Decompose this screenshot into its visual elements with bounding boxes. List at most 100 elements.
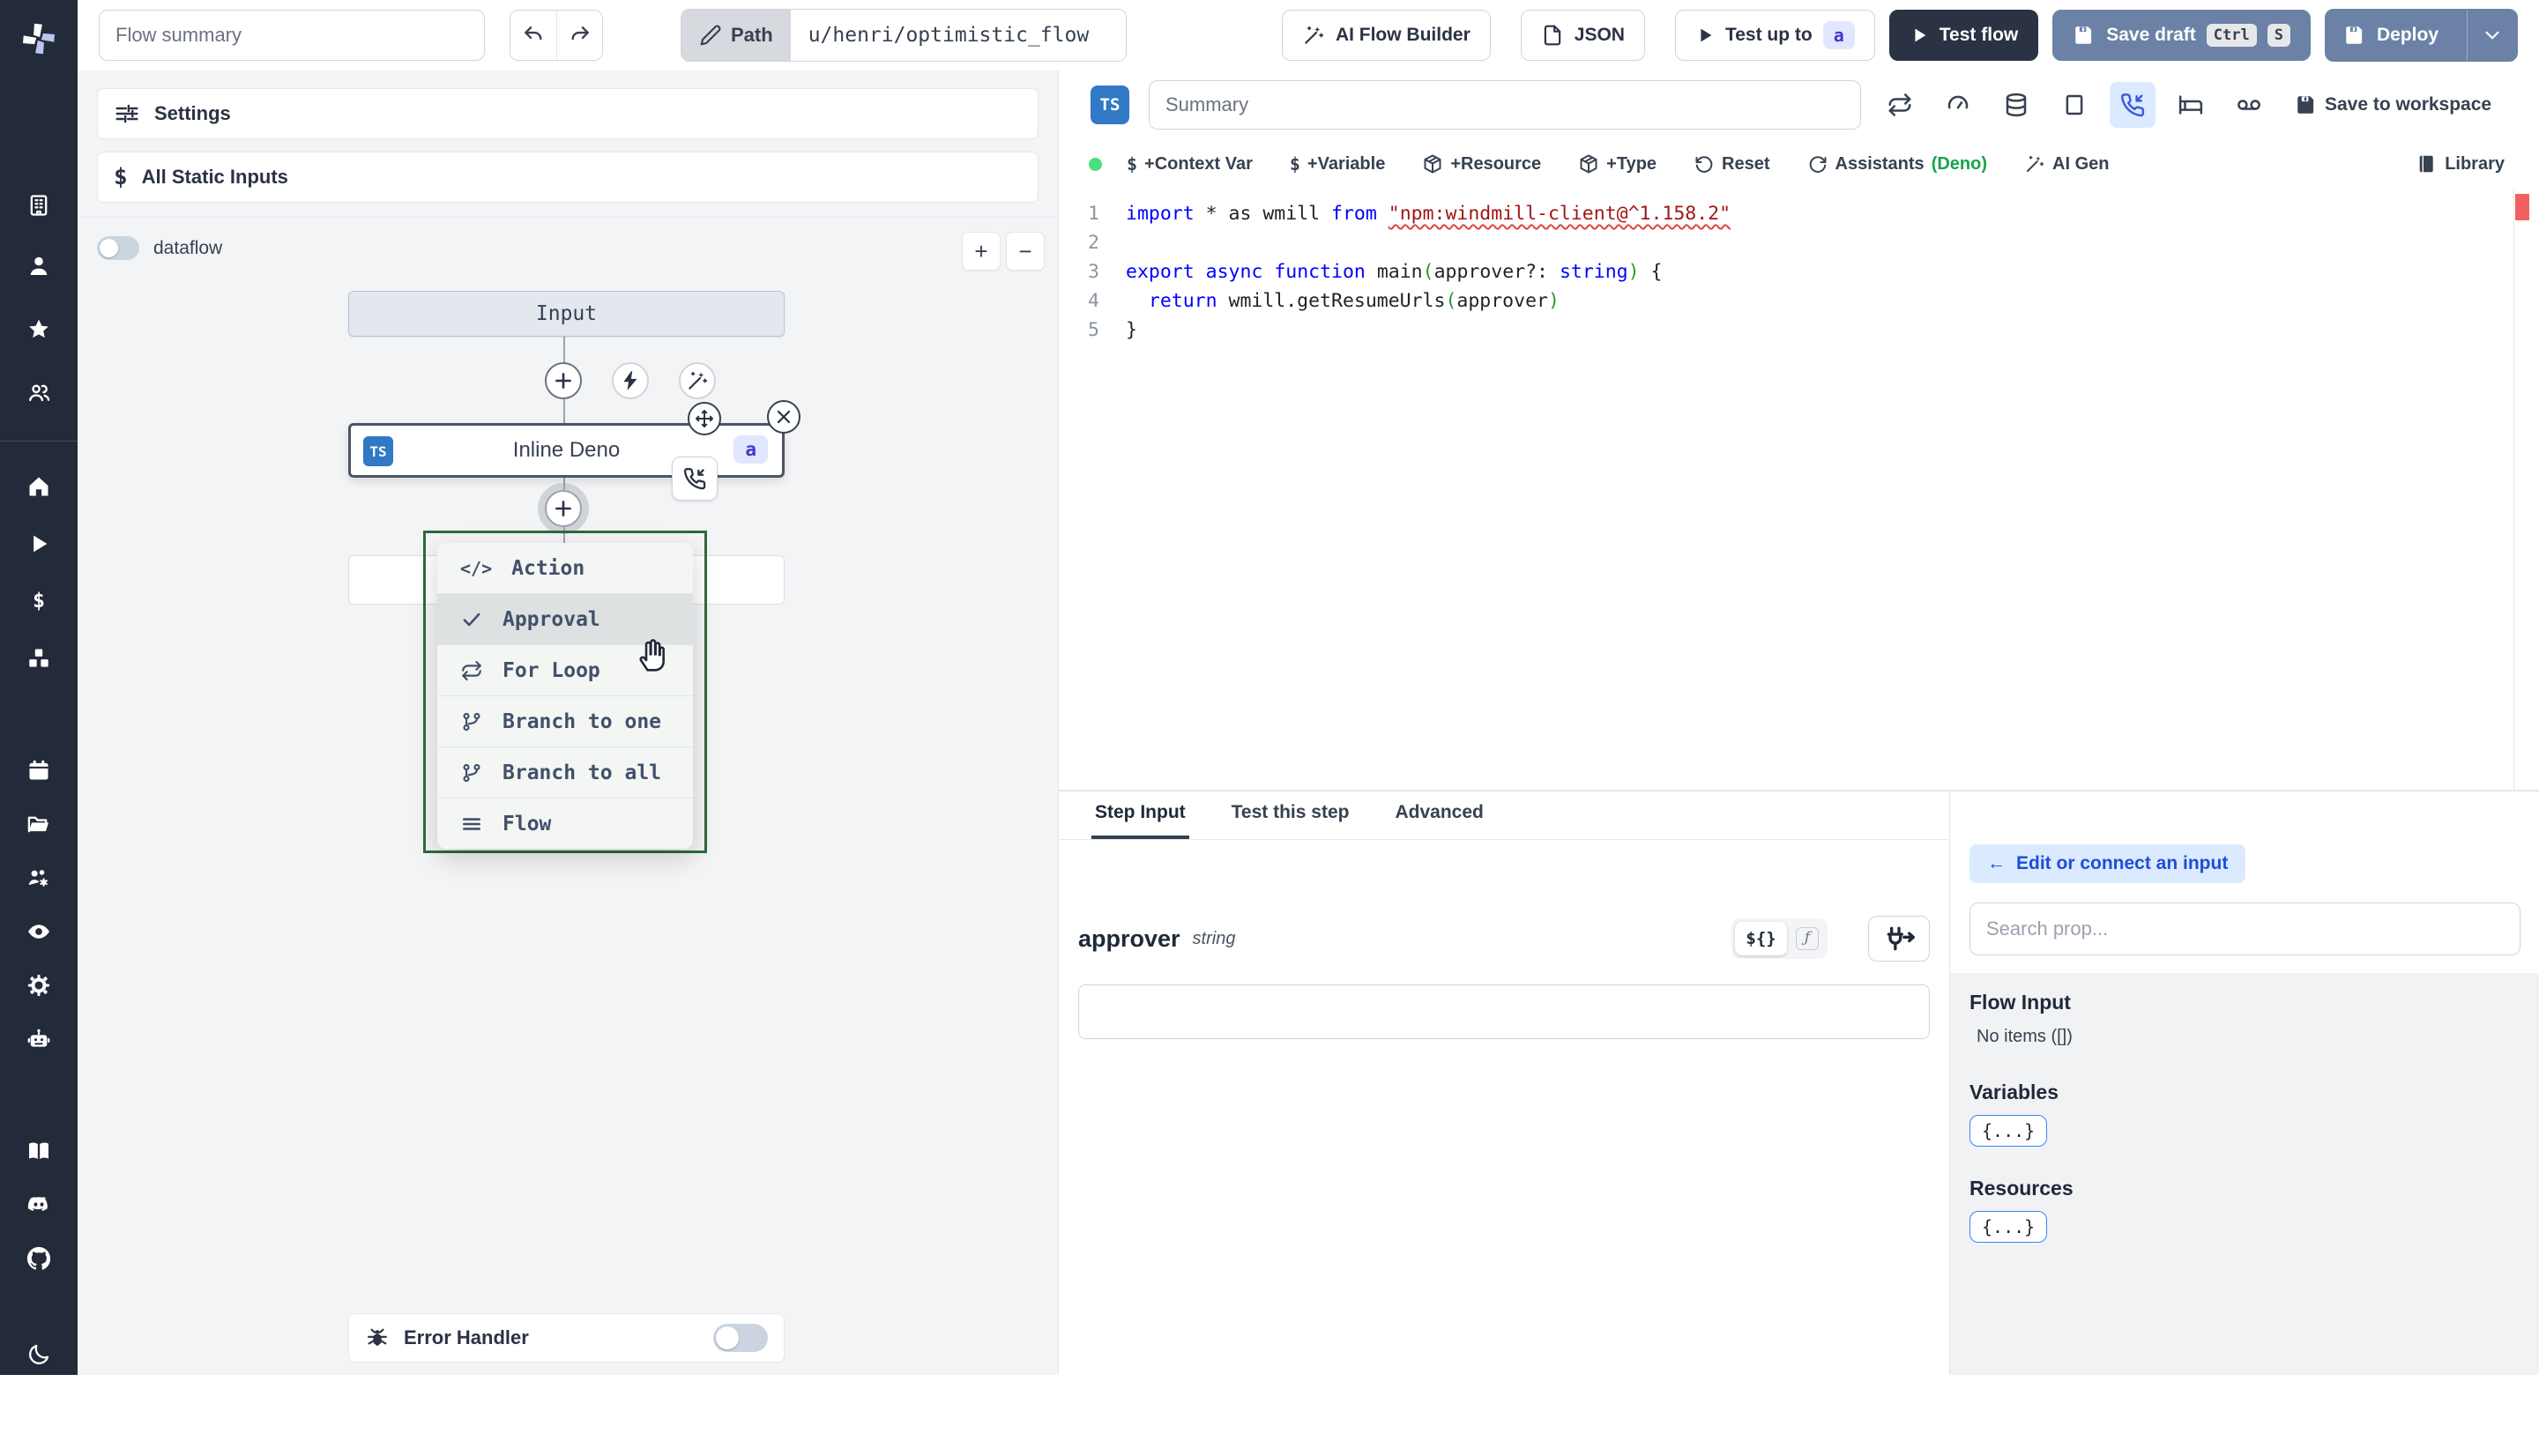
approver-value-input[interactable]	[1078, 984, 1930, 1039]
tab-advanced[interactable]: Advanced	[1391, 791, 1486, 839]
add-context-var-button[interactable]: $ +Context Var	[1127, 153, 1253, 175]
sidebar-item-dollar[interactable]: $	[0, 572, 78, 628]
sidebar-item-building[interactable]	[0, 176, 78, 234]
edit-or-connect-button[interactable]: ← Edit or connect an input	[1969, 844, 2246, 883]
trigger-button[interactable]	[612, 362, 649, 399]
menu-item-branch-to-all[interactable]: Branch to all	[437, 747, 693, 798]
sidebar-item-robot[interactable]	[0, 1012, 78, 1066]
play-icon	[1695, 26, 1715, 45]
sidebar-item-github[interactable]	[0, 1231, 78, 1285]
menu-item-flow[interactable]: Flow	[437, 798, 693, 849]
input-node[interactable]: Input	[348, 291, 785, 337]
editor-panel: TS Save to workspace $ +Context Var $ +V…	[1058, 71, 2539, 1375]
code-editor[interactable]: 1 2 3 4 5 import * as wmill from "npm:windmi…	[1059, 189, 2539, 790]
add-resource-button[interactable]: +Resource	[1422, 153, 1541, 175]
redo-button[interactable]	[556, 11, 602, 60]
all-static-inputs-row[interactable]: $ All Static Inputs	[97, 152, 1039, 203]
undo-button[interactable]	[510, 11, 556, 60]
add-type-button[interactable]: +Type	[1578, 153, 1657, 175]
sidebar-item-book-open[interactable]	[0, 1124, 78, 1177]
insert-step-button-open[interactable]	[545, 490, 582, 527]
tab-test-this-step[interactable]: Test this step	[1228, 791, 1353, 839]
save-draft-button[interactable]: Save draft Ctrl S	[2052, 10, 2311, 61]
sidebar-item-users-cog[interactable]	[0, 851, 78, 904]
repeat-icon	[460, 659, 483, 682]
sidebar-item-user[interactable]	[0, 234, 78, 298]
dataflow-toggle[interactable]	[97, 236, 139, 260]
sidebar-item-moon[interactable]	[0, 1327, 78, 1381]
delete-step-button[interactable]	[767, 400, 800, 434]
path-label: Path	[731, 24, 773, 46]
sidebar-item-user-group[interactable]	[0, 361, 78, 425]
flow-summary-input[interactable]	[99, 10, 485, 61]
sidebar-item-boxes[interactable]	[0, 628, 78, 688]
json-button[interactable]: JSON	[1520, 10, 1645, 61]
early-stop-button[interactable]	[2226, 82, 2272, 128]
resources-expand-button[interactable]: {...}	[1969, 1211, 2048, 1243]
git-branch-icon	[460, 761, 483, 784]
variables-expand-button[interactable]: {...}	[1969, 1115, 2048, 1147]
test-up-to-button[interactable]: Test up to a	[1674, 10, 1875, 61]
insert-step-button[interactable]	[545, 362, 582, 399]
assistants-button[interactable]: Assistants (Deno)	[1807, 153, 1987, 175]
sleep-button[interactable]	[2168, 82, 2214, 128]
concurrency-button[interactable]	[1935, 82, 1981, 128]
reset-button[interactable]: Reset	[1694, 153, 1770, 175]
save-to-workspace-button[interactable]: Save to workspace	[2295, 93, 2491, 116]
path-edit-button[interactable]: Path	[681, 10, 791, 61]
step-tabs: Step Input Test this step Advanced	[1059, 791, 1949, 840]
mock-button[interactable]	[2051, 82, 2097, 128]
sidebar-item-gear[interactable]	[0, 958, 78, 1012]
path-value[interactable]: u/henri/optimistic_flow	[790, 10, 1126, 61]
sidebar-item-folder-open[interactable]	[0, 797, 78, 851]
typescript-badge: TS	[1091, 85, 1129, 124]
repeat-icon	[1887, 92, 1913, 118]
tab-step-input[interactable]: Step Input	[1091, 791, 1189, 839]
error-handler-toggle[interactable]	[713, 1324, 768, 1352]
undo-redo-group	[510, 10, 603, 61]
sidebar-item-play[interactable]	[0, 516, 78, 572]
redo-icon	[568, 23, 592, 48]
menu-item-action[interactable]: </> Action	[437, 543, 693, 593]
plus-icon	[552, 497, 575, 520]
undo-icon	[521, 23, 546, 48]
step-node-inline-deno[interactable]: TS Inline Deno a	[348, 423, 785, 478]
sidebar-item-calendar[interactable]	[0, 743, 78, 797]
input-mode-toggle: ${} ƒ	[1731, 918, 1828, 959]
settings-row[interactable]: Settings	[97, 88, 1039, 139]
library-button[interactable]: Library	[2416, 153, 2505, 175]
summary-input[interactable]	[1149, 80, 1861, 130]
search-prop-input[interactable]	[1969, 903, 2520, 955]
connect-input-button[interactable]	[1868, 916, 1930, 962]
ai-gen-button[interactable]: AI Gen	[2024, 153, 2109, 175]
sidebar-item-discord[interactable]	[0, 1177, 78, 1231]
windmill-logo[interactable]	[0, 0, 78, 78]
zoom-out-button[interactable]: −	[1006, 232, 1045, 271]
moon-icon	[29, 1344, 49, 1364]
sidebar-item-star[interactable]	[0, 298, 78, 361]
deploy-button[interactable]: Deploy	[2326, 10, 2456, 61]
save-icon	[2343, 24, 2366, 47]
zoom-in-button[interactable]: +	[962, 232, 1001, 271]
ai-step-button[interactable]	[679, 362, 716, 399]
expr-mode-button[interactable]: ${}	[1735, 922, 1787, 955]
ai-flow-builder-button[interactable]: AI Flow Builder	[1281, 10, 1491, 61]
lsp-status-dot	[1089, 157, 1102, 171]
check-icon	[460, 608, 483, 631]
menu-item-branch-to-one[interactable]: Branch to one	[437, 695, 693, 747]
sidebar-item-arrow-right[interactable]	[0, 1401, 78, 1456]
repeat-toggle-button[interactable]	[1877, 82, 1923, 128]
move-step-button[interactable]	[688, 402, 721, 435]
test-flow-button[interactable]: Test flow	[1888, 10, 2039, 61]
menu-item-for-loop[interactable]: For Loop	[437, 644, 693, 695]
sidebar-item-home[interactable]	[0, 457, 78, 516]
error-handler-row[interactable]: Error Handler	[348, 1313, 785, 1363]
sidebar-item-eye[interactable]	[0, 904, 78, 958]
save-draft-label: Save draft	[2106, 25, 2196, 45]
fn-mode-button[interactable]: ƒ	[1795, 927, 1819, 950]
suspend-approval-button[interactable]	[2110, 82, 2156, 128]
menu-item-approval[interactable]: Approval	[437, 593, 693, 644]
cache-button[interactable]	[1993, 82, 2039, 128]
deploy-dropdown-button[interactable]	[2467, 10, 2517, 61]
add-variable-button[interactable]: $ +Variable	[1290, 153, 1385, 175]
